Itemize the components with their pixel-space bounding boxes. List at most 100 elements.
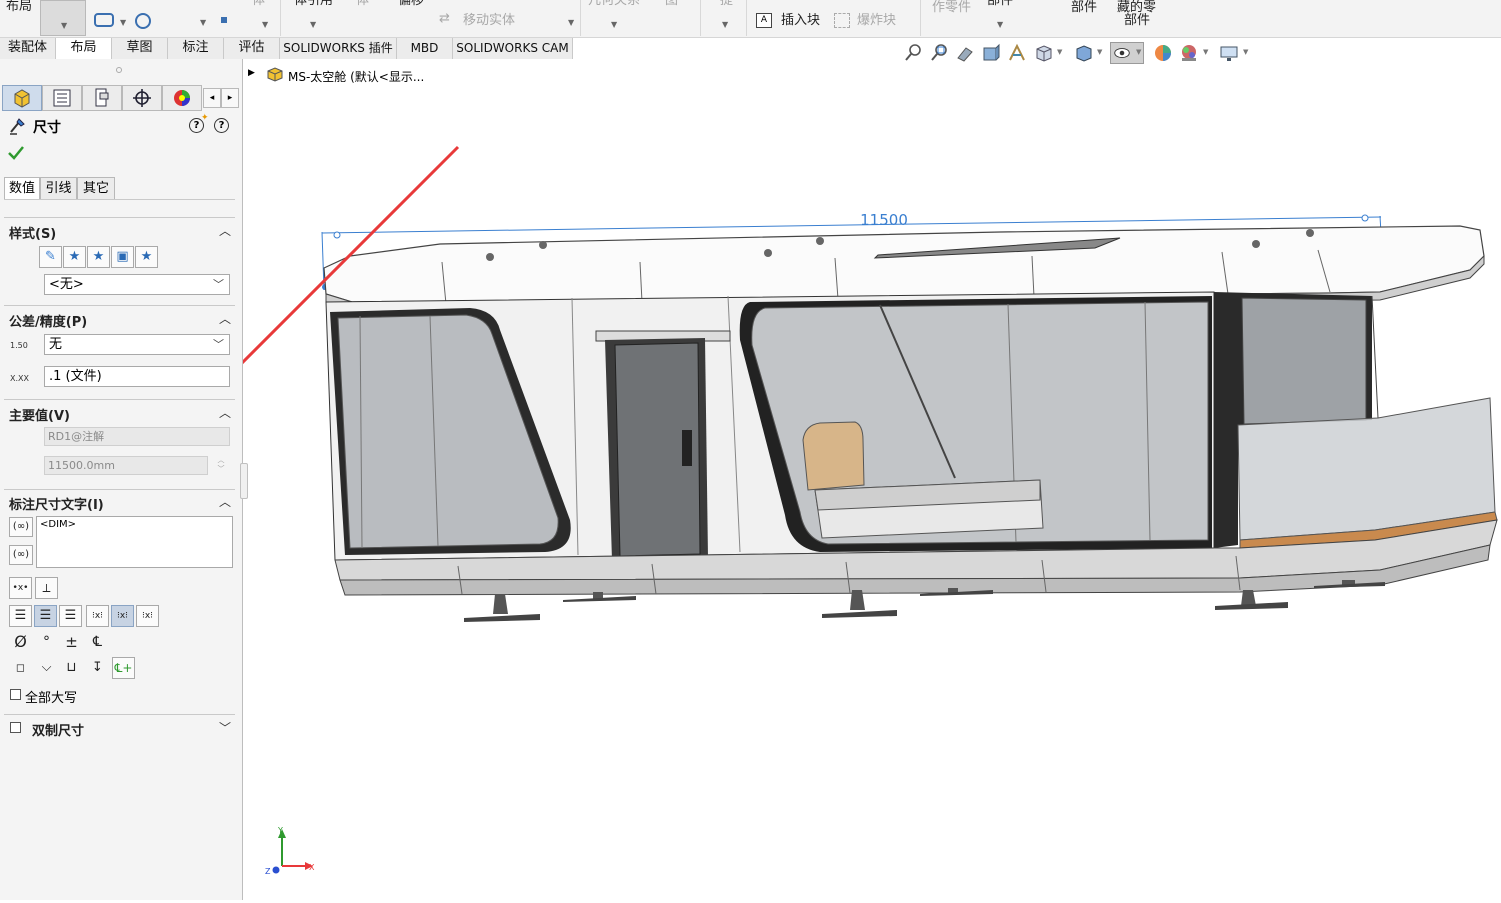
tab-sketch[interactable]: 草图 — [112, 38, 168, 59]
tab-leaders[interactable]: 引线 — [40, 177, 77, 200]
justify-top-button[interactable]: ⁝x⁝ — [86, 605, 109, 627]
offset-text-button[interactable]: •x• — [9, 577, 32, 599]
justify-bottom-button[interactable]: ⁝x⁝ — [136, 605, 159, 627]
align-center-button[interactable]: ☰ — [34, 605, 57, 627]
delete-style-button[interactable]: ★ — [87, 246, 110, 268]
help-icon[interactable]: ? — [214, 118, 229, 133]
expand-chevron-down-icon[interactable]: ﹀ — [219, 719, 231, 736]
collapse-chevron-up-icon[interactable]: ︿ — [219, 493, 231, 510]
tab-assembly[interactable]: 装配体 — [0, 38, 56, 59]
chevron-down-icon[interactable]: ▼ — [1203, 48, 1208, 56]
counterbore-symbol-button[interactable]: ⊔ — [60, 657, 83, 679]
chevron-down-icon[interactable]: ▼ — [1243, 48, 1248, 56]
panel-splitter-grip[interactable] — [116, 67, 122, 73]
align-right-button[interactable]: ☰ — [59, 605, 82, 627]
centerline-symbol-button[interactable]: ℄ — [86, 631, 109, 653]
select-pointer-button[interactable]: ▼ — [40, 0, 86, 36]
crosshair-icon — [133, 89, 151, 107]
checkmark-ok-icon[interactable] — [8, 146, 24, 160]
add-style-button[interactable]: ★ — [63, 246, 86, 268]
tab-feature-manager[interactable] — [2, 85, 42, 111]
tab-value[interactable]: 数值 — [4, 177, 40, 200]
tab-property-manager[interactable] — [42, 85, 82, 111]
dual-dimension-checkbox[interactable] — [10, 722, 21, 733]
ribbon-item-label[interactable]: 提 — [720, 0, 733, 8]
add-parentheses-button[interactable]: (∞) — [9, 517, 33, 537]
sketch-slot-icon[interactable] — [94, 13, 114, 27]
polygon-icon[interactable] — [135, 13, 151, 29]
plus-minus-symbol-button[interactable]: ± — [60, 631, 83, 653]
primary-value-section-title[interactable]: 主要值(V) — [9, 405, 70, 424]
style-select[interactable]: <无> ﹀ — [44, 274, 230, 295]
collapse-chevron-up-icon[interactable]: ︿ — [219, 310, 231, 327]
tolerance-section-title[interactable]: 公差/精度(P) — [9, 311, 87, 330]
style-section-title[interactable]: 样式(S) — [9, 223, 56, 242]
square-symbol-button[interactable]: ◻ — [9, 657, 32, 679]
dual-dimension-section-title[interactable]: 双制尺寸 — [32, 720, 84, 739]
inspection-dimension-button[interactable]: (∞) — [9, 545, 33, 565]
all-caps-checkbox[interactable] — [10, 689, 21, 700]
tab-dimxpert-manager[interactable] — [122, 85, 162, 111]
tab-configuration-manager[interactable] — [82, 85, 122, 111]
insert-block-button[interactable]: 插入块 — [781, 14, 820, 28]
ribbon-parts-label-2[interactable]: 部件 — [1071, 1, 1097, 15]
unit-precision-select[interactable]: .1 (文件) — [44, 366, 230, 387]
explode-block-button[interactable]: 爆炸块 — [857, 14, 896, 28]
tab-annotation[interactable]: 标注 — [168, 38, 224, 59]
ribbon-item-label[interactable]: 体 — [252, 0, 265, 8]
plus-minus-icon: ± — [65, 633, 78, 651]
load-style-button[interactable]: ★ — [135, 246, 158, 268]
tabs-scroll-left-button[interactable]: ◂ — [203, 88, 221, 108]
tab-mbd[interactable]: MBD — [397, 38, 453, 59]
point-icon[interactable] — [221, 17, 227, 23]
convert-entities-label[interactable]: 体引用 — [294, 0, 333, 8]
command-ribbon: 布局 ▼ ▼ ▼ ▼ 体 体引用 ▼ 体 偏移 ⇄ 移动实体 ▼ 几何关系 ▼ … — [0, 0, 1501, 38]
dimension-value-label[interactable]: 11500 — [860, 211, 908, 229]
tab-solidworks-cam[interactable]: SOLIDWORKS CAM — [453, 38, 573, 59]
dimension-text-input[interactable]: <DIM> — [36, 516, 233, 568]
tab-display-manager[interactable] — [162, 85, 202, 111]
chevron-down-icon: ▼ — [997, 20, 1004, 29]
more-symbols-button[interactable]: ℄+ — [112, 657, 135, 679]
offset-text-icon: •x• — [12, 583, 29, 593]
collapse-chevron-up-icon[interactable]: ︿ — [219, 404, 231, 421]
tab-layout[interactable]: 布局 — [56, 38, 112, 59]
capsule-house-model[interactable]: 11500 Y X Z — [196, 59, 1501, 900]
offset-entities-label[interactable]: 偏移 — [398, 0, 424, 8]
value-spinner[interactable]: ︿ ﹀ — [212, 456, 230, 475]
graphics-viewport[interactable]: 11500 Y X Z — [196, 59, 1501, 900]
chevron-down-icon[interactable]: ▼ — [1057, 48, 1062, 56]
ribbon-item-label[interactable]: 图 — [665, 0, 678, 8]
hidden-parts-label-2[interactable]: 部件 — [1124, 14, 1150, 28]
save-style-button[interactable]: ▣ — [111, 246, 134, 268]
ribbon-layout-label[interactable]: 布局 — [6, 0, 32, 14]
chevron-down-icon[interactable]: ▼ — [1097, 48, 1102, 56]
ribbon-parts-label[interactable]: 部件 — [987, 0, 1013, 8]
relations-label[interactable]: 几何关系 — [588, 0, 640, 8]
ribbon-item-label[interactable]: 体 — [356, 0, 369, 8]
justify-middle-button[interactable]: ⁝x⁝ — [111, 605, 134, 627]
explode-block-icon — [834, 13, 850, 28]
apply-default-style-button[interactable]: ✎ — [39, 246, 62, 268]
tab-other[interactable]: 其它 — [77, 177, 115, 200]
centerline-icon: ℄ — [93, 634, 102, 650]
move-entities-label[interactable]: 移动实体 — [463, 14, 515, 28]
dimension-value-field[interactable]: 11500.0mm — [44, 456, 208, 475]
cabin-body — [325, 291, 1215, 561]
collapse-chevron-up-icon[interactable]: ︿ — [219, 222, 231, 239]
depth-symbol-button[interactable]: ↧ — [86, 657, 109, 679]
tolerance-type-select[interactable]: 无 ﹀ — [44, 334, 230, 355]
diameter-symbol-button[interactable]: Ø — [9, 631, 32, 653]
countersink-symbol-button[interactable]: ⌵ — [35, 657, 58, 679]
tab-evaluate[interactable]: 评估 — [224, 38, 280, 59]
align-left-button[interactable]: ☰ — [9, 605, 32, 627]
make-part-label[interactable]: 作零件 — [932, 1, 971, 15]
triad-y-label: Y — [277, 826, 283, 835]
degree-symbol-button[interactable]: ° — [35, 631, 58, 653]
tabs-scroll-right-button[interactable]: ▸ — [221, 88, 239, 108]
dimension-name-field[interactable]: RD1@注解 — [44, 427, 230, 446]
dimension-text-section-title[interactable]: 标注尺寸文字(I) — [9, 494, 104, 513]
tab-solidworks-addins[interactable]: SOLIDWORKS 插件 — [280, 38, 397, 59]
text-angle-button[interactable]: ⟂ — [35, 577, 58, 599]
triad-x-label: X — [309, 863, 315, 872]
